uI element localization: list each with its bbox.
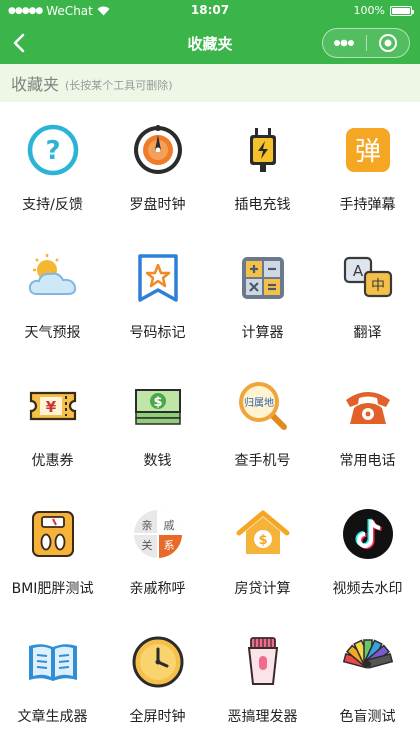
color-palette-icon: [340, 634, 396, 690]
status-bar: ●●●●● WeChat 18:07 100%: [0, 0, 420, 22]
tool-phone-lookup[interactable]: 归属地 查手机号: [210, 358, 315, 486]
tool-weather[interactable]: 天气预报: [0, 230, 105, 358]
tool-number-mark[interactable]: 号码标记: [105, 230, 210, 358]
more-dots-icon: [334, 39, 355, 47]
lookup-glyph: 归属地: [244, 396, 274, 409]
tool-mortgage-calc[interactable]: $ 房贷计算: [210, 486, 315, 614]
help-question-icon: ?: [25, 122, 81, 178]
relatives-glyph-1: 亲: [141, 518, 152, 532]
favorites-header: 收藏夹 (长按某个工具可删除): [0, 64, 420, 102]
tool-label: 恶搞理发器: [227, 709, 298, 725]
tool-common-phones[interactable]: 常用电话: [315, 358, 420, 486]
power-plug-icon: [235, 122, 291, 178]
tool-label: 插电充钱: [234, 197, 291, 213]
tool-grid: ? 支持/反馈 罗盘时钟 插电充钱 弹 手持弹幕 天气预报 号码标记 计算器 A…: [0, 102, 420, 742]
tool-label: 查手机号: [234, 453, 291, 469]
tool-label: 罗盘时钟: [129, 197, 186, 213]
tool-translate[interactable]: A 中 翻译: [315, 230, 420, 358]
relatives-glyph-2: 戚: [163, 519, 174, 532]
status-right: 100%: [353, 4, 414, 17]
fullscreen-clock-icon: [130, 634, 186, 690]
tool-label: 色盲测试: [339, 709, 396, 725]
translate-glyph-a: A: [352, 262, 363, 280]
tool-danmaku[interactable]: 弹 手持弹幕: [315, 102, 420, 230]
tool-label: 号码标记: [129, 325, 186, 341]
battery-fill: [392, 7, 410, 14]
tool-label: 数钱: [143, 453, 172, 469]
calculator-icon: [235, 250, 291, 306]
battery-percent: 100%: [353, 4, 385, 17]
more-button[interactable]: [323, 29, 366, 57]
tool-label: BMI肥胖测试: [11, 581, 94, 597]
tool-label: 文章生成器: [17, 709, 88, 725]
house-loan-icon: $: [235, 506, 291, 562]
target-circle-icon: [378, 34, 397, 52]
tool-label: 视频去水印: [332, 581, 403, 597]
tool-label: 天气预报: [24, 325, 81, 341]
tool-coupon[interactable]: ¥ 优惠券: [0, 358, 105, 486]
tool-label: 翻译: [353, 325, 382, 341]
relatives-icon: 亲 戚 关 系: [130, 506, 186, 562]
money-icon: $: [130, 378, 186, 434]
scale-icon: [25, 506, 81, 562]
tool-count-money[interactable]: $ 数钱: [105, 358, 210, 486]
tool-label: 支持/反馈: [22, 197, 83, 213]
danmaku-glyph: 弹: [354, 137, 380, 167]
battery-icon: [390, 5, 414, 16]
tool-label: 亲戚称呼: [129, 581, 186, 597]
tool-plug-charge[interactable]: 插电充钱: [210, 102, 315, 230]
tool-bmi-test[interactable]: BMI肥胖测试: [0, 486, 105, 614]
hair-clipper-icon: [235, 634, 291, 690]
section-title: 收藏夹: [11, 75, 60, 94]
book-icon: [25, 634, 81, 690]
relatives-glyph-4: 系: [163, 539, 174, 552]
tool-relatives[interactable]: 亲 戚 关 系 亲戚称呼: [105, 486, 210, 614]
section-hint: (长按某个工具可删除): [65, 78, 173, 92]
tool-label: 全屏时钟: [129, 709, 186, 725]
relatives-glyph-3: 关: [141, 538, 152, 552]
tool-label: 手持弹幕: [339, 197, 396, 213]
compass-clock-icon: [130, 122, 186, 178]
coupon-glyph: ¥: [45, 398, 56, 416]
tool-label: 常用电话: [339, 453, 396, 469]
phone-lookup-icon: 归属地: [235, 378, 291, 434]
tool-support-feedback[interactable]: ? 支持/反馈: [0, 102, 105, 230]
tool-color-blind-test[interactable]: 色盲测试: [315, 614, 420, 742]
mini-program-capsule: [322, 28, 410, 58]
tool-label: 房贷计算: [234, 581, 291, 597]
tool-label: 计算器: [241, 325, 284, 341]
tool-prank-clipper[interactable]: 恶搞理发器: [210, 614, 315, 742]
tool-fullscreen-clock[interactable]: 全屏时钟: [105, 614, 210, 742]
coupon-icon: ¥: [25, 378, 81, 434]
tool-article-generator[interactable]: 文章生成器: [0, 614, 105, 742]
star-bookmark-icon: [130, 250, 186, 306]
weather-icon: [25, 250, 81, 306]
money-glyph: $: [153, 395, 162, 410]
svg-text:?: ?: [45, 136, 60, 166]
danmaku-icon: 弹: [340, 122, 396, 178]
tiktok-icon: [340, 506, 396, 562]
telephone-icon: [340, 378, 396, 434]
tool-compass-clock[interactable]: 罗盘时钟: [105, 102, 210, 230]
translate-glyph-b: 中: [371, 278, 385, 294]
tool-remove-watermark[interactable]: 视频去水印: [315, 486, 420, 614]
tool-calculator[interactable]: 计算器: [210, 230, 315, 358]
loan-glyph: $: [258, 533, 267, 548]
nav-bar: 收藏夹: [0, 22, 420, 64]
translate-icon: A 中: [340, 250, 396, 306]
tool-label: 优惠券: [31, 453, 74, 469]
close-button[interactable]: [366, 29, 409, 57]
